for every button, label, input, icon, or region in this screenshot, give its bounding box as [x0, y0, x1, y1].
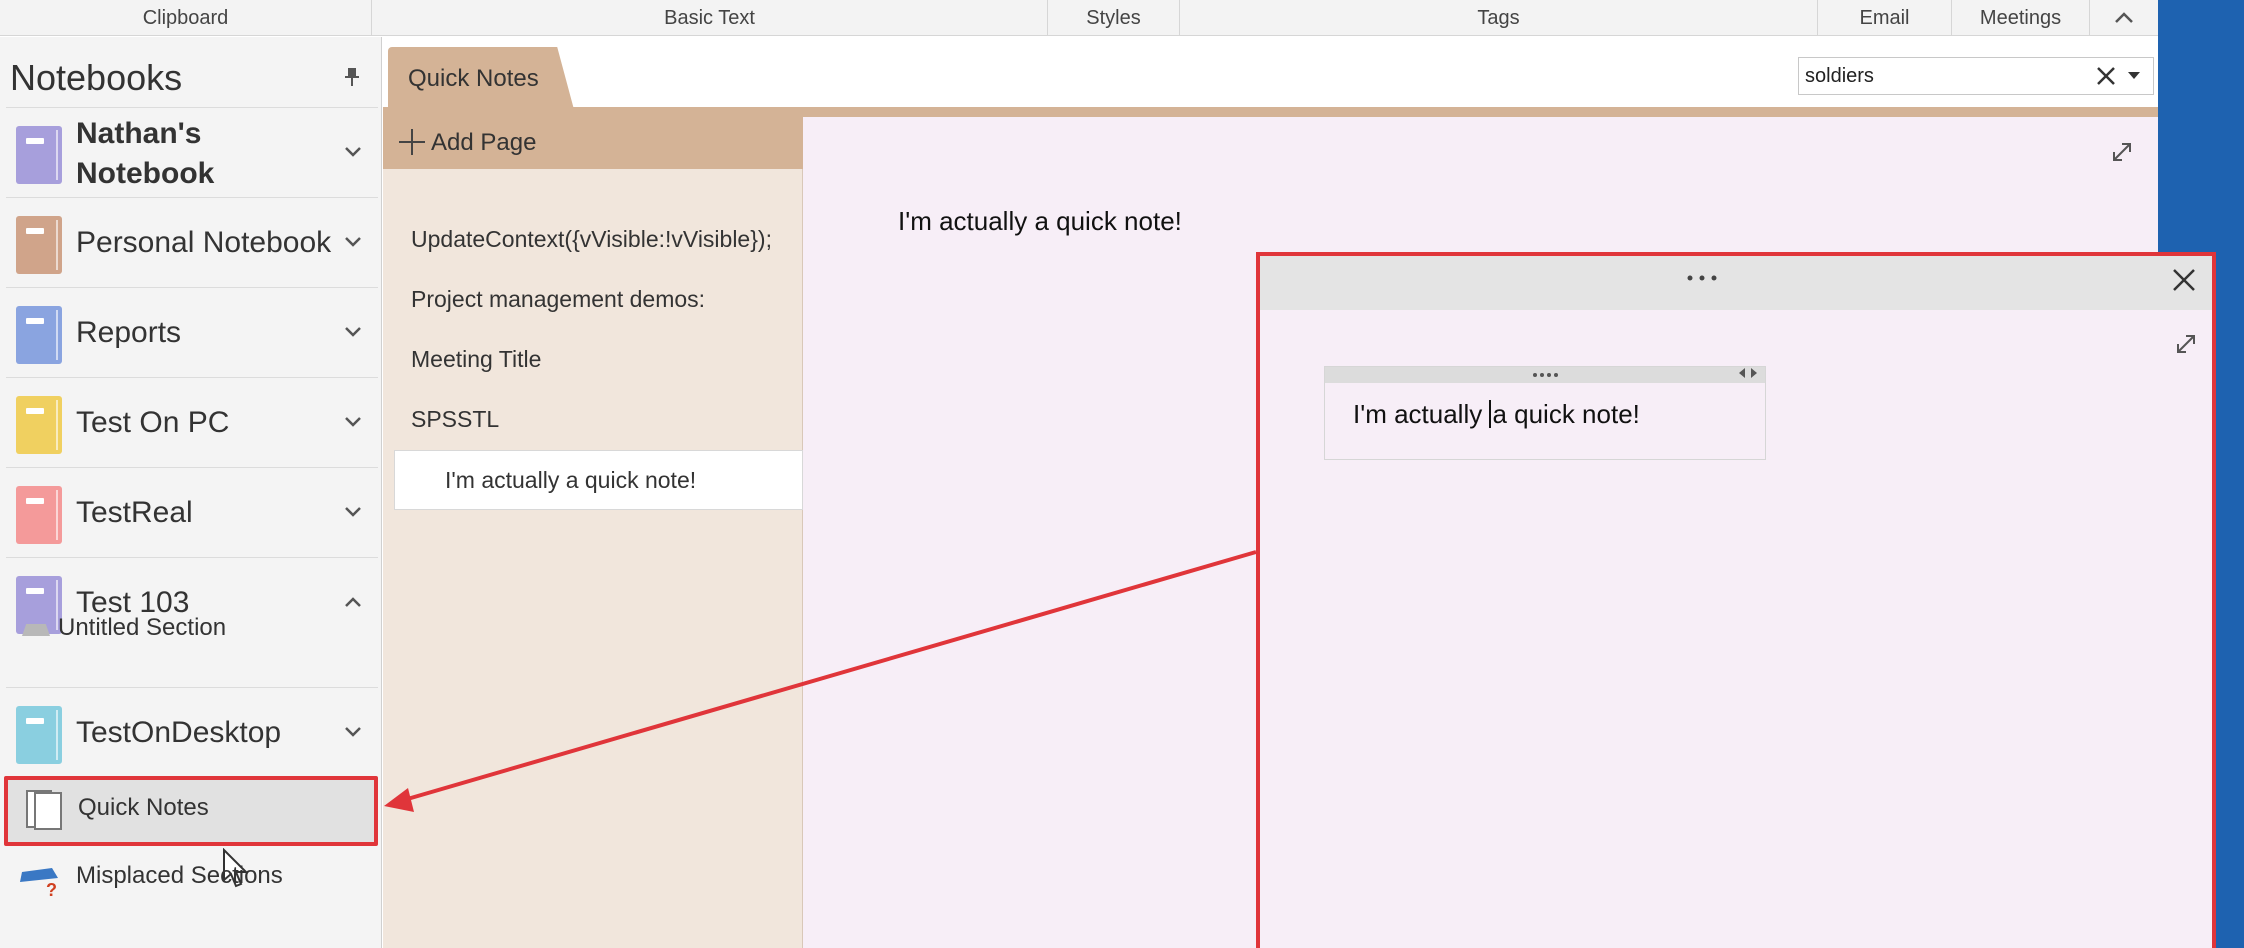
notebook-icon	[16, 306, 62, 364]
zoomed-note-callout: I'm actually a quick note!	[1256, 252, 2216, 948]
section-tab-quick-notes[interactable]: Quick Notes	[388, 47, 576, 117]
ribbon-group-email[interactable]: Email	[1818, 0, 1952, 36]
collapse-ribbon-icon[interactable]	[2090, 0, 2158, 36]
chevron-down-icon[interactable]	[344, 138, 362, 164]
notebooks-title: Notebooks	[10, 57, 183, 98]
page-item[interactable]: UpdateContext({vVisible:!vVisible});	[411, 226, 772, 253]
ribbon-group-bar: Clipboard Basic Text Styles Tags Email M…	[0, 0, 2158, 36]
popup-title-bar[interactable]	[1260, 256, 2212, 310]
quick-notes-label: Quick Notes	[78, 794, 209, 821]
ribbon-group-tags[interactable]: Tags	[1180, 0, 1818, 36]
section-tab-label: Quick Notes	[408, 65, 539, 92]
note-drag-handle[interactable]	[1325, 367, 1765, 383]
chevron-down-icon[interactable]	[2127, 64, 2141, 91]
quick-notes-icon	[26, 788, 62, 832]
search-box[interactable]	[1798, 57, 2154, 95]
notebook-testreal[interactable]: TestReal	[6, 467, 378, 557]
notebook-icon	[16, 486, 62, 544]
close-icon[interactable]	[2170, 260, 2198, 308]
notebook-label: Test On PC	[76, 406, 230, 439]
misplaced-sections-icon: ?	[18, 864, 62, 900]
notebook-test-on-pc[interactable]: Test On PC	[6, 377, 378, 467]
notebook-icon	[16, 216, 62, 274]
page-item[interactable]: SPSSTL	[411, 406, 499, 433]
notebook-label: Reports	[76, 316, 182, 349]
search-input[interactable]	[1805, 62, 2085, 90]
page-item[interactable]: Project management demos:	[411, 286, 705, 313]
note-text-after-cursor: a quick note!	[1492, 399, 1640, 429]
page-item-label: I'm actually a quick note!	[445, 467, 697, 493]
ribbon-group-meetings[interactable]: Meetings	[1952, 0, 2090, 36]
notebook-icon	[16, 706, 62, 764]
ribbon-group-clipboard[interactable]: Clipboard	[0, 0, 372, 36]
notebook-label: TestReal	[76, 496, 193, 529]
page-item[interactable]: Meeting Title	[411, 346, 541, 373]
chevron-down-icon[interactable]	[344, 228, 362, 254]
chevron-down-icon[interactable]	[344, 408, 362, 434]
note-text-before-cursor: I'm actually	[1353, 399, 1490, 429]
notebook-icon	[16, 396, 62, 454]
section-tab-icon	[22, 624, 50, 636]
add-page-label: Add Page	[431, 129, 537, 156]
page-note-text[interactable]: I'm actually a quick note!	[898, 206, 1182, 237]
svg-text:?: ?	[46, 880, 57, 898]
pin-icon[interactable]	[344, 67, 360, 93]
expand-icon[interactable]	[2110, 140, 2134, 171]
chevron-down-icon[interactable]	[344, 718, 362, 744]
page-item-selected[interactable]: I'm actually a quick note!	[394, 450, 803, 510]
plus-icon	[397, 121, 427, 170]
notebook-testondesktop[interactable]: TestOnDesktop	[6, 687, 378, 777]
notebook-personal-notebook[interactable]: Personal Notebook	[6, 197, 378, 287]
note-text[interactable]: I'm actually a quick note!	[1353, 399, 1640, 430]
section-untitled-section[interactable]: Untitled Section	[22, 612, 362, 648]
section-tab-underline	[383, 107, 2158, 117]
notebook-reports[interactable]: Reports	[6, 287, 378, 377]
notebook-label: Nathan's Notebook	[76, 117, 215, 190]
notebook-label: TestOnDesktop	[76, 716, 282, 749]
note-container[interactable]: I'm actually a quick note!	[1324, 366, 1766, 460]
misplaced-sections-nav-item[interactable]: ? Misplaced Sections	[18, 858, 378, 900]
close-icon[interactable]	[2095, 60, 2117, 97]
drag-handle-icon[interactable]	[1531, 359, 1561, 384]
notebook-label: Personal Notebook	[76, 226, 332, 259]
notebook-icon	[16, 126, 62, 184]
section-label: Untitled Section	[58, 614, 227, 641]
chevron-up-icon[interactable]	[344, 588, 362, 614]
chevron-down-icon[interactable]	[344, 498, 362, 524]
chevron-down-icon[interactable]	[344, 318, 362, 344]
add-page-button[interactable]: Add Page	[383, 117, 803, 169]
more-options-icon[interactable]	[1682, 262, 1722, 300]
notebook-nathans-notebook[interactable]: Nathan's Notebook	[6, 107, 378, 197]
quick-notes-nav-item[interactable]: Quick Notes	[4, 776, 378, 846]
resize-handle-icon[interactable]	[1737, 363, 1759, 386]
misplaced-sections-label: Misplaced Sections	[76, 862, 283, 889]
ribbon-group-basic-text[interactable]: Basic Text	[372, 0, 1048, 36]
expand-icon[interactable]	[2174, 332, 2198, 363]
ribbon-group-styles[interactable]: Styles	[1048, 0, 1180, 36]
